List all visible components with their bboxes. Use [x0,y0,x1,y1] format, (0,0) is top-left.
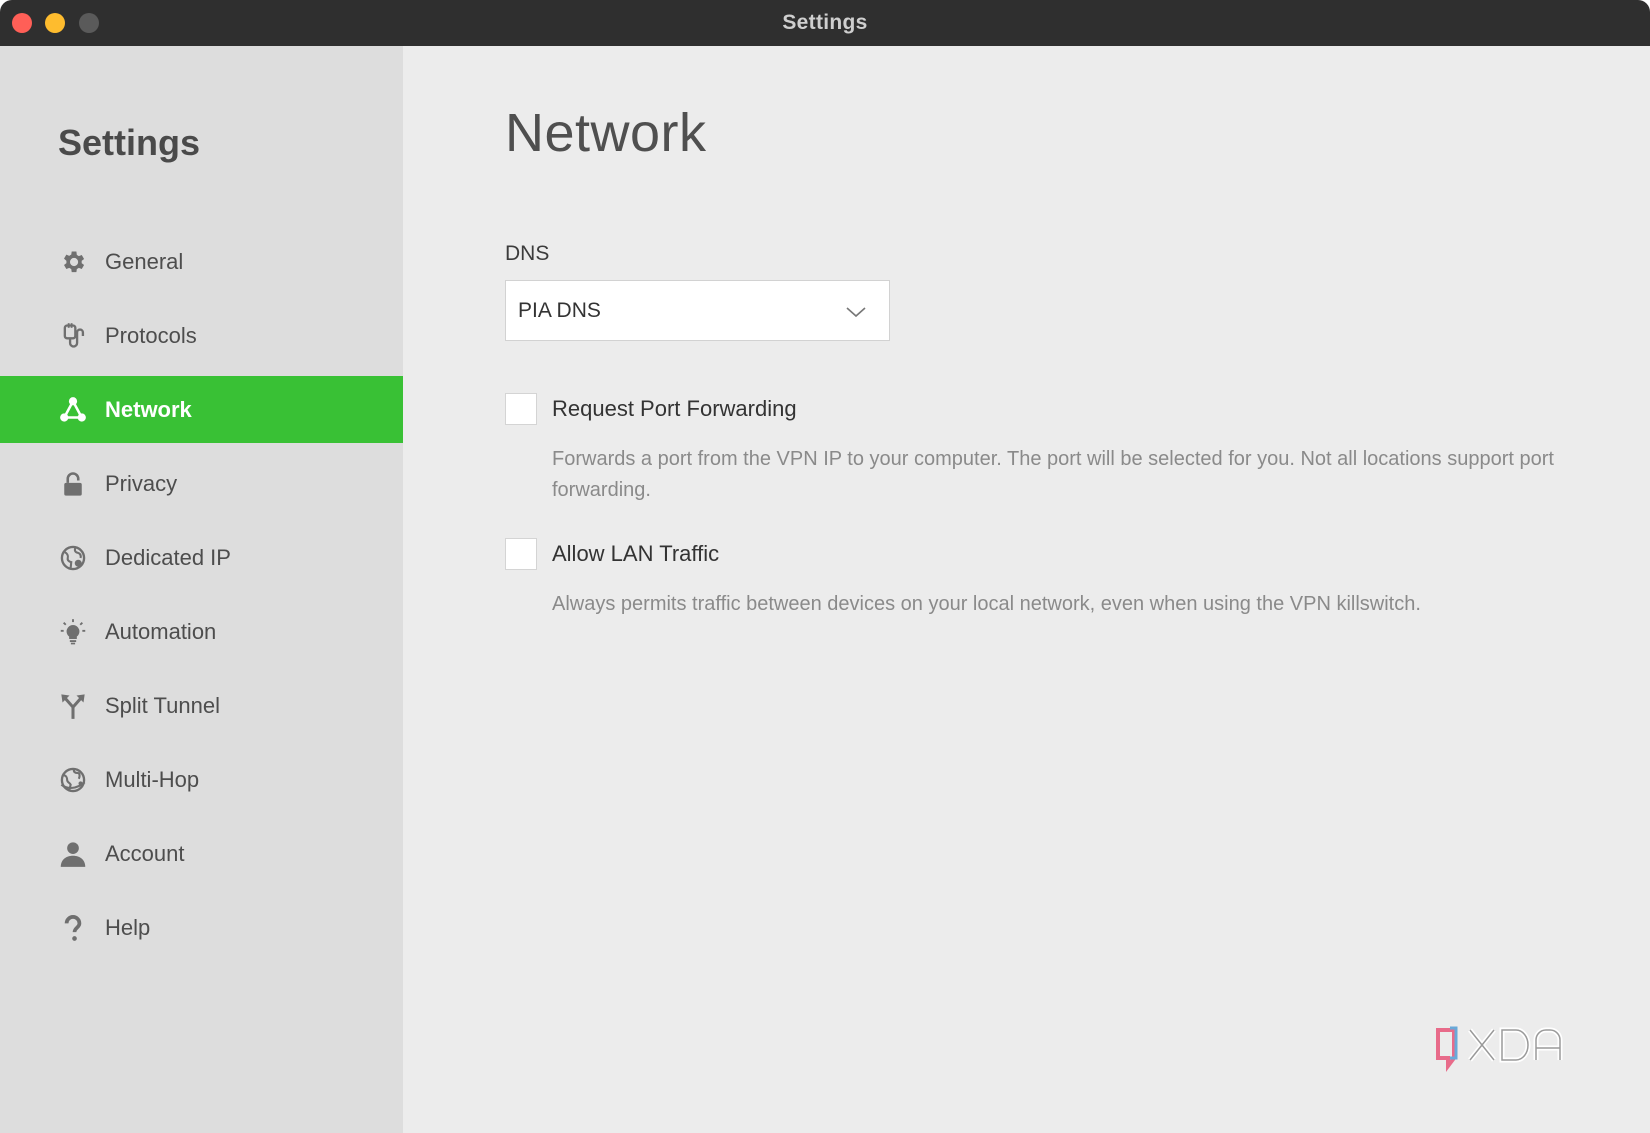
lightbulb-icon [58,617,88,647]
sidebar-item-multi-hop[interactable]: Multi-Hop [0,746,403,813]
lan-traffic-row: Allow LAN Traffic [505,538,719,570]
user-icon [58,839,88,869]
sidebar-item-label: Automation [105,618,217,644]
xda-watermark-logo [1430,1020,1590,1074]
port-forwarding-row: Request Port Forwarding [505,393,797,425]
lan-traffic-description: Always permits traffic between devices o… [552,593,1421,615]
dedicated-ip-globe-icon [58,543,88,573]
sidebar-item-protocols[interactable]: Protocols [0,302,403,369]
close-window-button[interactable] [12,13,32,33]
settings-window: Settings Settings General Protocols Netw… [0,0,1650,1133]
protocols-icon [58,321,88,351]
network-icon [58,395,88,425]
sidebar-item-label: Network [105,396,192,422]
lan-traffic-label[interactable]: Allow LAN Traffic [552,541,719,567]
question-icon [58,913,88,943]
sidebar-item-automation[interactable]: Automation [0,598,403,665]
sidebar: Settings General Protocols Network Priva… [0,46,403,1133]
sidebar-nav: General Protocols Network Privacy Dedica… [0,228,403,968]
sidebar-item-label: Account [105,840,185,866]
sidebar-item-dedicated-ip[interactable]: Dedicated IP [0,524,403,591]
dns-label: DNS [505,242,550,265]
maximize-window-button[interactable] [79,13,99,33]
split-tunnel-icon [58,691,88,721]
sidebar-item-label: General [105,248,184,274]
sidebar-item-label: Dedicated IP [105,544,231,570]
gear-icon [58,247,88,277]
lock-icon [58,469,88,499]
sidebar-item-label: Split Tunnel [105,692,220,718]
sidebar-item-general[interactable]: General [0,228,403,295]
port-forwarding-description: Forwards a port from the VPN IP to your … [552,448,1554,501]
minimize-window-button[interactable] [45,13,65,33]
sidebar-title: Settings [58,122,201,163]
page-title: Network [505,103,707,163]
sidebar-item-split-tunnel[interactable]: Split Tunnel [0,672,403,739]
sidebar-item-privacy[interactable]: Privacy [0,450,403,517]
port-forwarding-checkbox[interactable] [505,393,537,425]
sidebar-item-account[interactable]: Account [0,820,403,887]
title-bar[interactable]: Settings [0,0,1650,46]
main-panel: Network DNS PIA DNS Request Port Forward… [403,46,1650,1133]
window-title: Settings [782,11,868,34]
port-forwarding-label[interactable]: Request Port Forwarding [552,396,797,422]
sidebar-item-label: Privacy [105,470,178,496]
chevron-down-icon [845,301,867,323]
sidebar-item-label: Protocols [105,322,197,348]
sidebar-item-help[interactable]: Help [0,894,403,961]
sidebar-item-label: Multi-Hop [105,766,200,792]
sidebar-item-label: Help [105,914,151,940]
dns-selected-value: PIA DNS [518,298,601,322]
multi-hop-globe-icon [58,765,88,795]
dns-select[interactable]: PIA DNS [505,280,890,341]
sidebar-item-network[interactable]: Network [0,376,403,443]
lan-traffic-checkbox[interactable] [505,538,537,570]
